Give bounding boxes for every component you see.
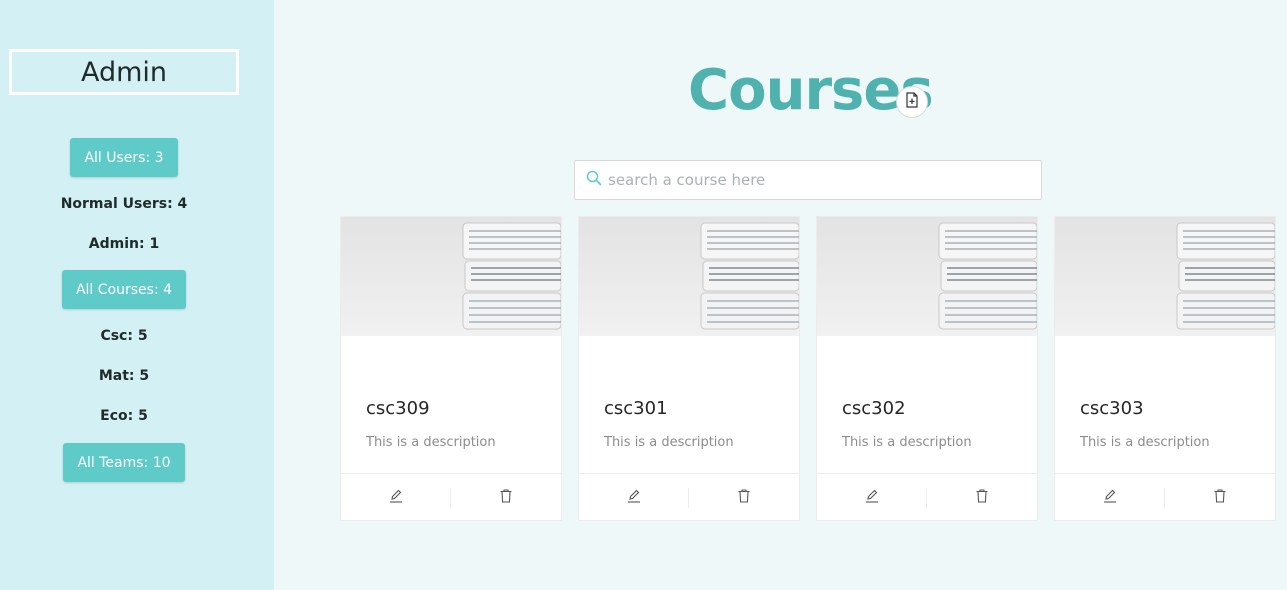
admin-count: Admin: 1 <box>88 236 160 252</box>
delete-course-button[interactable] <box>927 474 1037 521</box>
sidebar: Admin All Users: 3 Normal Users: 4 Admin… <box>0 0 274 590</box>
edit-icon <box>1102 488 1118 508</box>
mat-count: Mat: 5 <box>98 368 150 384</box>
course-card[interactable]: csc303 This is a description <box>1054 216 1276 521</box>
search-icon <box>586 170 602 190</box>
delete-course-button[interactable] <box>451 474 561 521</box>
all-teams-button[interactable]: All Teams: 10 <box>63 443 185 482</box>
course-description: This is a description <box>842 435 972 450</box>
course-description: This is a description <box>366 435 496 450</box>
edit-course-button[interactable] <box>341 474 451 521</box>
course-image <box>341 217 561 336</box>
admin-title: Admin <box>9 49 239 95</box>
delete-icon <box>736 488 752 508</box>
course-image <box>817 217 1037 336</box>
edit-course-button[interactable] <box>1055 474 1165 521</box>
edit-course-button[interactable] <box>579 474 689 521</box>
page-title: Courses <box>688 58 934 123</box>
edit-icon <box>864 488 880 508</box>
card-actions <box>817 473 1037 521</box>
delete-icon <box>1212 488 1228 508</box>
search-box <box>574 160 1042 200</box>
course-title: csc303 <box>1080 398 1144 419</box>
course-image <box>579 217 799 336</box>
all-courses-button[interactable]: All Courses: 4 <box>62 270 186 309</box>
file-add-icon <box>905 92 919 112</box>
add-course-button[interactable] <box>896 86 928 118</box>
course-title: csc301 <box>604 398 668 419</box>
course-card[interactable]: csc309 This is a description <box>340 216 562 521</box>
course-description: This is a description <box>1080 435 1210 450</box>
delete-icon <box>974 488 990 508</box>
card-actions <box>579 473 799 521</box>
delete-icon <box>498 488 514 508</box>
search-input[interactable] <box>608 171 1028 189</box>
course-title: csc302 <box>842 398 906 419</box>
delete-course-button[interactable] <box>1165 474 1275 521</box>
course-image <box>1055 217 1275 336</box>
edit-icon <box>626 488 642 508</box>
edit-icon <box>388 488 404 508</box>
edit-course-button[interactable] <box>817 474 927 521</box>
course-description: This is a description <box>604 435 734 450</box>
course-title: csc309 <box>366 398 430 419</box>
all-users-button[interactable]: All Users: 3 <box>70 138 178 177</box>
course-card[interactable]: csc302 This is a description <box>816 216 1038 521</box>
course-card[interactable]: csc301 This is a description <box>578 216 800 521</box>
csc-count: Csc: 5 <box>100 328 148 344</box>
card-actions <box>1055 473 1275 521</box>
delete-course-button[interactable] <box>689 474 799 521</box>
normal-users-count: Normal Users: 4 <box>60 196 188 212</box>
eco-count: Eco: 5 <box>100 408 148 424</box>
card-actions <box>341 473 561 521</box>
